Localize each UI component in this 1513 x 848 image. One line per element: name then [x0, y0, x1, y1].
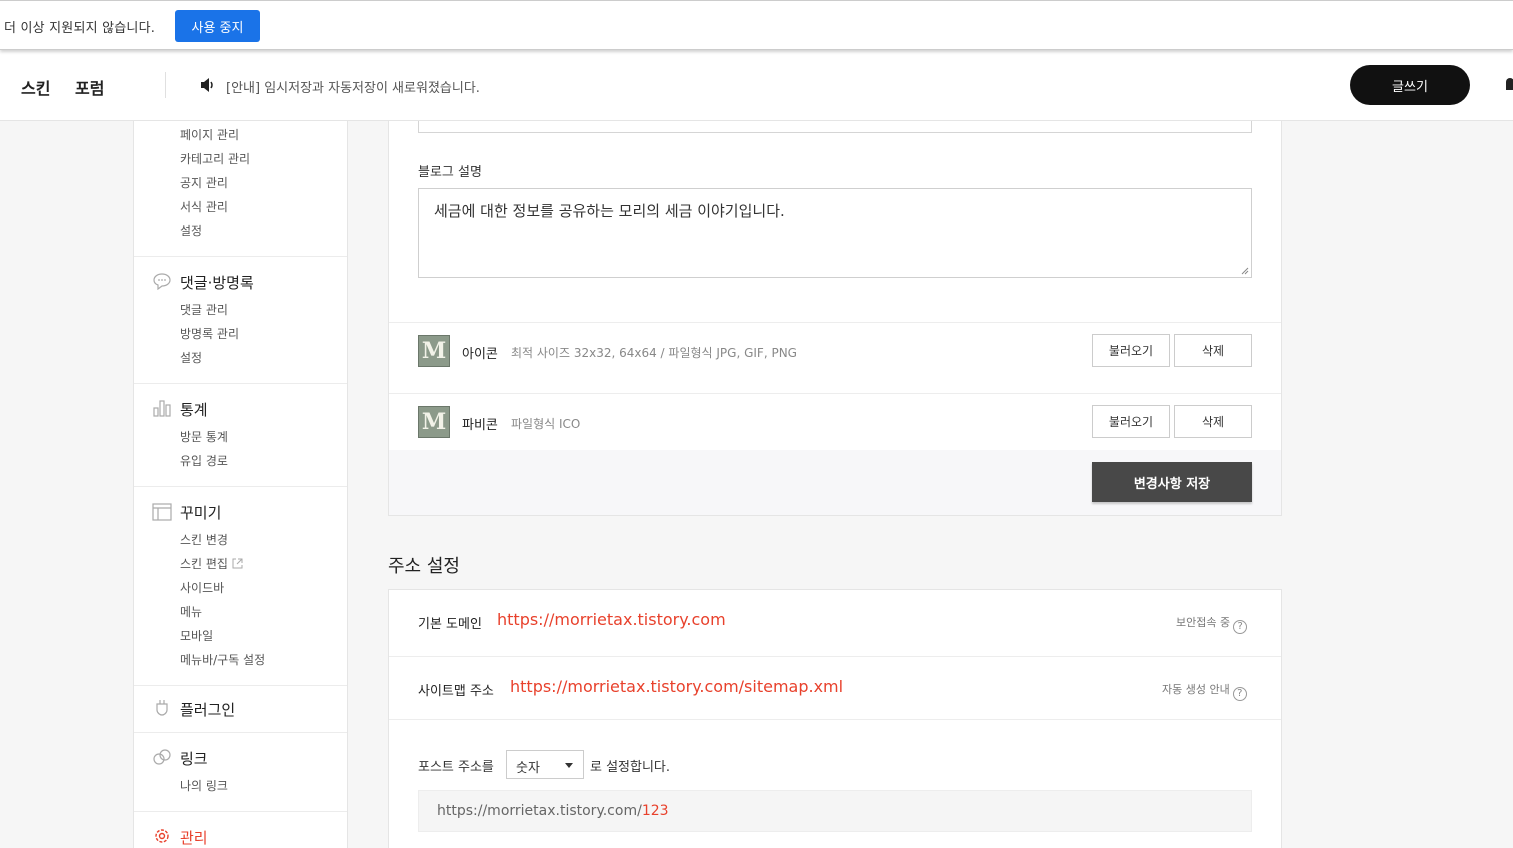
favicon-row-title: 파비콘	[462, 418, 498, 433]
sidebar-divider	[134, 383, 347, 384]
default-domain-label: 기본 도메인	[418, 617, 482, 632]
announcement-text[interactable]: [안내] 임시저장과 자동저장이 새로워졌습니다.	[226, 77, 480, 96]
sidebar-item-visits[interactable]: 방문 통계	[180, 428, 228, 445]
sidebar-group-decorate[interactable]: 꾸미기	[180, 502, 221, 523]
row-divider	[389, 322, 1281, 323]
speaker-icon	[201, 78, 213, 92]
post-url-preview: https://morrietax.tistory.com/123	[418, 790, 1252, 832]
sidebar-group-comments[interactable]: 댓글·방명록	[180, 272, 254, 293]
notice-bar: 더 이상 지원되지 않습니다. 사용 중지	[0, 0, 1513, 50]
sidebar-item-guestbook[interactable]: 방명록 관리	[180, 325, 239, 342]
write-button[interactable]: 글쓰기	[1350, 65, 1470, 105]
sidebar-divider	[134, 685, 347, 686]
sitemap-auto-note[interactable]: 자동 생성 안내?	[1162, 681, 1247, 701]
comment-icon	[153, 273, 171, 290]
favicon-row-hint: 파일형식 ICO	[511, 417, 581, 431]
blog-icon-thumbnail: M	[418, 335, 450, 367]
plug-icon	[156, 700, 168, 716]
icon-load-button[interactable]: 불러오기	[1092, 334, 1170, 367]
sidebar-group-plugin[interactable]: 플러그인	[180, 699, 235, 720]
resize-grip-icon[interactable]	[1241, 267, 1249, 275]
sidebar-item-page[interactable]: 페이지 관리	[180, 126, 239, 143]
sidebar-divider	[134, 732, 347, 733]
sidebar-item-referrers[interactable]: 유입 경로	[180, 452, 228, 469]
sidebar-item-settings[interactable]: 설정	[180, 222, 202, 239]
sidebar-group-stats[interactable]: 통계	[180, 399, 208, 420]
sidebar-item-skin-change[interactable]: 스킨 변경	[180, 531, 228, 548]
skin-edit-label: 스킨 편집	[180, 557, 228, 571]
help-icon[interactable]: ?	[1233, 620, 1248, 634]
blog-name-input-edge[interactable]	[418, 121, 1252, 133]
row-divider	[389, 656, 1281, 657]
sidebar-item-menu[interactable]: 메뉴	[180, 603, 202, 620]
sidebar-divider	[134, 486, 347, 487]
sidebar-item-comments[interactable]: 댓글 관리	[180, 301, 228, 318]
post-url-base: https://morrietax.tistory.com/	[437, 803, 642, 819]
blog-settings-card: 블로그 설명 세금에 대한 정보를 공유하는 모리의 세금 이야기입니다. M …	[388, 121, 1282, 516]
external-link-icon	[232, 558, 243, 569]
sidebar: 페이지 관리 카테고리 관리 공지 관리 서식 관리 설정 댓글·방명록 댓글 …	[133, 121, 348, 848]
blog-description-value: 세금에 대한 정보를 공유하는 모리의 세금 이야기입니다.	[434, 202, 785, 220]
gear-icon	[155, 829, 169, 843]
sidebar-group-link[interactable]: 링크	[180, 748, 208, 769]
sidebar-group-manage[interactable]: 관리	[180, 827, 208, 848]
sidebar-item-category[interactable]: 카테고리 관리	[180, 150, 250, 167]
sitemap-link[interactable]: https://morrietax.tistory.com/sitemap.xm…	[510, 677, 843, 696]
address-settings-card: 기본 도메인 https://morrietax.tistory.com 보안접…	[388, 589, 1282, 848]
sidebar-item-notice[interactable]: 공지 관리	[180, 174, 228, 191]
row-divider	[389, 393, 1281, 394]
favicon-thumbnail: M	[418, 406, 450, 438]
stop-using-button[interactable]: 사용 중지	[175, 10, 260, 42]
sidebar-item-sidebar[interactable]: 사이드바	[180, 579, 224, 596]
sitemap-auto-label: 자동 생성 안내	[1162, 683, 1230, 696]
blog-description-textarea[interactable]: 세금에 대한 정보를 공유하는 모리의 세금 이야기입니다.	[418, 188, 1252, 278]
bell-icon[interactable]	[1506, 78, 1513, 90]
secure-connection-note[interactable]: 보안접속 중?	[1176, 614, 1248, 634]
sidebar-item-skin-edit[interactable]: 스킨 편집	[180, 555, 243, 572]
address-section-title: 주소 설정	[388, 556, 460, 577]
favicon-load-button[interactable]: 불러오기	[1092, 405, 1170, 438]
blog-description-label: 블로그 설명	[418, 165, 482, 180]
header-divider	[165, 72, 166, 98]
sidebar-item-menubar[interactable]: 메뉴바/구독 설정	[180, 651, 265, 668]
post-address-select[interactable]: 숫자	[506, 750, 584, 779]
save-changes-button[interactable]: 변경사항 저장	[1092, 462, 1252, 502]
help-icon[interactable]: ?	[1232, 687, 1247, 701]
post-address-label: 포스트 주소를	[418, 760, 494, 775]
chart-icon	[153, 400, 171, 417]
post-url-number: 123	[641, 803, 669, 819]
nav-skin[interactable]: 스킨	[21, 75, 50, 99]
row-divider	[389, 719, 1281, 720]
icon-row-title: 아이콘	[462, 347, 498, 362]
chevron-down-icon	[565, 763, 573, 768]
icon-row-hint: 최적 사이즈 32x32, 64x64 / 파일형식 JPG, GIF, PNG	[511, 346, 797, 360]
sidebar-item-comment-settings[interactable]: 설정	[180, 349, 202, 366]
sidebar-item-mobile[interactable]: 모바일	[180, 627, 213, 644]
post-address-select-value: 숫자	[516, 761, 540, 776]
default-domain-link[interactable]: https://morrietax.tistory.com	[497, 610, 726, 629]
icon-delete-button[interactable]: 삭제	[1174, 334, 1252, 367]
sitemap-label: 사이트맵 주소	[418, 684, 494, 699]
favicon-delete-button[interactable]: 삭제	[1174, 405, 1252, 438]
notice-text: 더 이상 지원되지 않습니다.	[4, 21, 156, 36]
nav-forum[interactable]: 포럼	[75, 75, 104, 99]
sidebar-divider	[134, 256, 347, 257]
sidebar-divider	[134, 811, 347, 812]
link-icon	[153, 749, 171, 765]
header: 스킨 포럼 [안내] 임시저장과 자동저장이 새로워졌습니다. 글쓰기	[0, 50, 1513, 121]
post-address-suffix: 로 설정합니다.	[590, 760, 671, 775]
save-area: 변경사항 저장	[389, 450, 1281, 515]
sidebar-item-my-links[interactable]: 나의 링크	[180, 777, 228, 794]
secure-connection-label: 보안접속 중	[1176, 616, 1231, 629]
layout-icon	[152, 503, 172, 521]
sidebar-item-template[interactable]: 서식 관리	[180, 198, 228, 215]
